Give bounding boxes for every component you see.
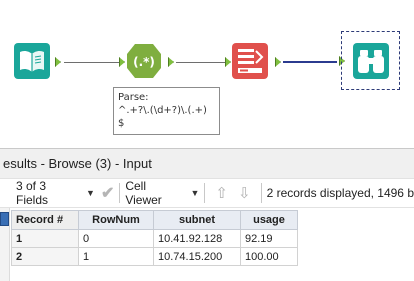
checkmark-icon[interactable]: ✔ [101,183,114,203]
chevron-down-icon: ▼ [190,188,200,198]
usage-cell[interactable]: 92.19 [240,229,298,248]
regex-tool[interactable]: (.*) [126,43,162,79]
column-header-rownum[interactable]: RowNum [78,210,154,230]
annotation-title: Parse: [118,92,149,103]
regex-icon: (.*) [127,44,161,78]
regex-input-anchor[interactable] [119,57,125,67]
column-header-record[interactable]: Record # [11,210,79,230]
annotation-expression: ^.+?\.(\d+?)\.(.+) [118,105,207,116]
select-icon [232,43,268,79]
regex-annotation: Parse: ^.+?\.(\d+?)\.(.+) $ [113,87,220,135]
subnet-cell[interactable]: 10.74.15.200 [153,247,241,266]
fields-dropdown[interactable]: 3 of 3 Fields ▼ [16,179,95,207]
annotation-suffix: $ [118,118,125,129]
fields-dropdown-label: 3 of 3 Fields [16,179,49,207]
regex-output-anchor[interactable] [168,57,174,67]
input-data-tool[interactable] [14,43,50,79]
table-row[interactable]: 1 0 10.41.92.128 92.19 [11,229,298,248]
table-row[interactable]: 2 1 10.74.15.200 100.00 [11,247,298,266]
chevron-down-icon: ▼ [86,188,95,198]
column-header-usage[interactable]: usage [240,210,298,230]
toolbar-divider [119,183,121,203]
arrow-down-icon[interactable]: ⇩ [238,184,251,202]
cell-viewer-dropdown[interactable]: Cell Viewer ▼ [125,179,200,207]
results-toolbar: 3 of 3 Fields ▼ ✔ Cell Viewer ▼ ⇧ ⇩ 2 re… [0,178,414,208]
select-input-anchor[interactable] [225,57,231,67]
records-status: 2 records displayed, 1496 b [266,186,414,200]
grid-header-row: Record # RowNum subnet usage [11,210,298,230]
cell-viewer-label: Cell Viewer [125,179,162,207]
rownum-cell[interactable]: 0 [78,229,154,248]
table-view-icon[interactable] [0,212,9,226]
binoculars-icon [353,43,389,79]
regex-icon-label: (.*) [133,55,155,69]
input-data-output-anchor[interactable] [55,57,61,67]
select-tool[interactable] [232,43,268,79]
usage-cell[interactable]: 100.00 [240,247,298,266]
connector-input-to-regex[interactable] [64,62,122,63]
toolbar-divider [204,183,206,203]
select-output-anchor[interactable] [275,57,281,67]
subnet-cell[interactable]: 10.41.92.128 [153,229,241,248]
workflow-canvas[interactable]: (.*) Parse: ^.+?\.(\d+?)\.(.+) $ [0,0,414,147]
connector-regex-to-select[interactable] [176,62,228,63]
record-number-cell[interactable]: 2 [11,247,79,266]
browse-tool[interactable] [341,31,400,90]
column-header-subnet[interactable]: subnet [153,210,241,230]
results-grid: Record # RowNum subnet usage 1 0 10.41.9… [11,210,298,266]
toolbar-divider [260,183,262,203]
record-number-cell[interactable]: 1 [11,229,79,248]
connector-select-to-browse[interactable] [283,61,337,63]
results-window-title: esults - Browse (3) - Input [0,148,414,178]
rownum-cell[interactable]: 1 [78,247,154,266]
arrow-up-icon[interactable]: ⇧ [215,184,228,202]
open-book-icon [14,43,50,79]
